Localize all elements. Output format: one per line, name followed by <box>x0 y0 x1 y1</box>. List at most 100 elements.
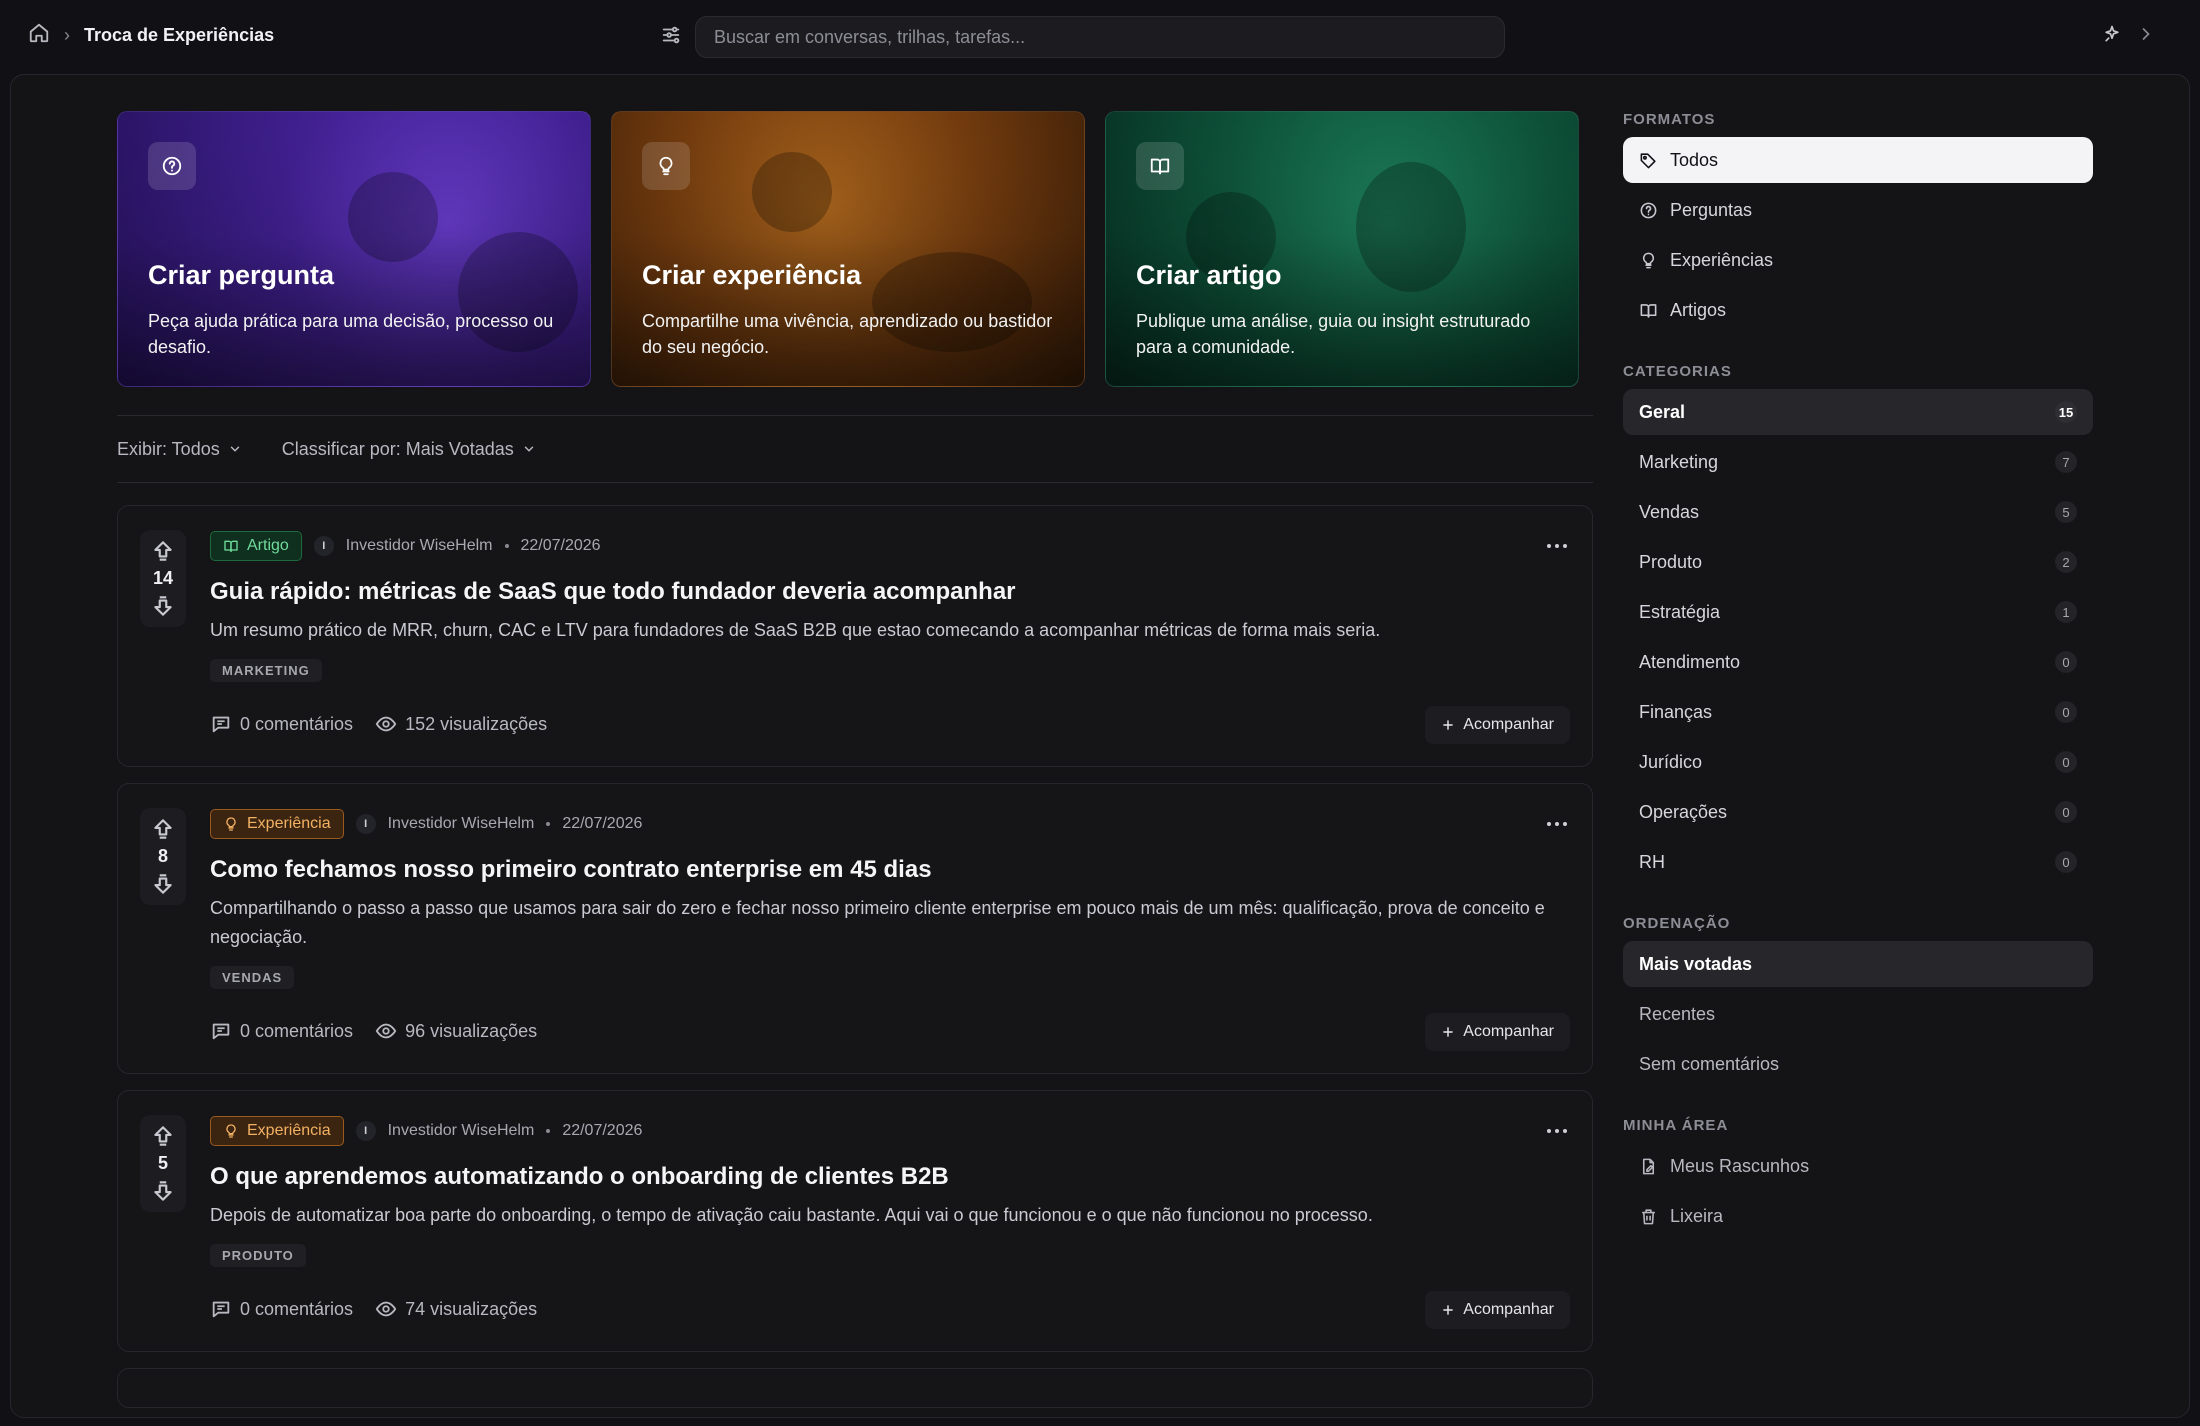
dot-separator <box>504 544 509 548</box>
category-label: Jurídico <box>1639 751 1703 772</box>
comment-icon <box>212 1301 230 1318</box>
category-tag[interactable]: MARKETING <box>210 659 322 682</box>
post-card: 5 Experiência I Investidor WiseHelm 22/0… <box>117 1090 1593 1352</box>
category-tag[interactable]: VENDAS <box>210 966 295 989</box>
post-meta: Artigo I Investidor WiseHelm 22/07/2026 <box>210 530 1568 562</box>
trash-label: Lixeira <box>1670 1205 1724 1226</box>
create-article-card[interactable]: Criar artigo Publique uma análise, guia … <box>1105 111 1579 387</box>
vote-count: 5 <box>157 1153 168 1173</box>
author-name[interactable]: Investidor WiseHelm <box>346 537 493 555</box>
category-item[interactable]: RH 0 <box>1623 839 2093 885</box>
follow-button[interactable]: Acompanhar <box>1425 706 1570 744</box>
format-label: Experiências <box>1670 249 1774 270</box>
search-input[interactable] <box>714 26 1504 48</box>
category-item[interactable]: Marketing 7 <box>1623 439 2093 485</box>
comments-stat[interactable]: 0 comentários <box>210 1020 353 1042</box>
type-label: Experiência <box>247 1122 331 1139</box>
category-item[interactable]: Produto 2 <box>1623 539 2093 585</box>
follow-button[interactable]: Acompanhar <box>1425 1013 1570 1051</box>
create-experience-card[interactable]: Criar experiência Compartilhe uma vivênc… <box>611 111 1085 387</box>
format-item-experiences[interactable]: Experiências <box>1623 237 2093 283</box>
more-options-icon[interactable] <box>1544 814 1570 834</box>
category-count: 15 <box>2055 401 2077 423</box>
more-options-icon[interactable] <box>1544 1121 1570 1141</box>
dot-separator <box>546 822 551 826</box>
trash-item[interactable]: Lixeira <box>1623 1193 2093 1239</box>
hero-desc: Publique uma análise, guia ou insight es… <box>1136 311 1531 357</box>
vote-count: 8 <box>157 846 168 866</box>
post-footer: 0 comentários 96 visualizações <box>210 1013 1568 1049</box>
divider <box>117 482 1593 483</box>
main-frame: Criar pergunta Peça ajuda prática para u… <box>10 74 2190 1418</box>
sort-item-no-comments[interactable]: Sem comentários <box>1623 1041 2093 1087</box>
feed: Criar pergunta Peça ajuda prática para u… <box>117 111 1593 1408</box>
book-icon <box>1640 303 1657 318</box>
filters-sidebar: FORMATOS Todos Perguntas Experiências Ar… <box>1623 111 2093 1269</box>
hero-desc: Compartilhe uma vivência, aprendizado ou… <box>642 311 1053 357</box>
category-item[interactable]: Atendimento 0 <box>1623 639 2093 685</box>
vote-box: 8 <box>140 808 186 905</box>
top-bar: › Troca de Experiências <box>0 0 2200 72</box>
lightbulb-icon <box>226 1124 236 1138</box>
post-meta: Experiência I Investidor WiseHelm 22/07/… <box>210 808 1568 840</box>
upvote-icon[interactable] <box>150 816 176 842</box>
upvote-icon[interactable] <box>150 538 176 564</box>
follow-label: Acompanhar <box>1463 1301 1554 1318</box>
author-name[interactable]: Investidor WiseHelm <box>388 815 535 833</box>
follow-button[interactable]: Acompanhar <box>1425 1291 1570 1329</box>
format-item-questions[interactable]: Perguntas <box>1623 187 2093 233</box>
category-item[interactable]: Operações 0 <box>1623 789 2093 835</box>
category-item[interactable]: Geral 15 <box>1623 389 2093 435</box>
category-item[interactable]: Estratégia 1 <box>1623 589 2093 635</box>
plus-icon <box>1443 720 1454 730</box>
more-options-icon[interactable] <box>1544 536 1570 556</box>
category-item[interactable]: Vendas 5 <box>1623 489 2093 535</box>
category-item[interactable]: Jurídico 0 <box>1623 739 2093 785</box>
post-title[interactable]: Guia rápido: métricas de SaaS que todo f… <box>210 578 1568 606</box>
my-drafts-item[interactable]: Meus Rascunhos <box>1623 1143 2093 1189</box>
create-question-card[interactable]: Criar pergunta Peça ajuda prática para u… <box>117 111 591 387</box>
views-stat: 152 visualizações <box>375 713 547 735</box>
avatar: I <box>355 814 376 834</box>
category-item[interactable]: Finanças 0 <box>1623 689 2093 735</box>
sort-item-recent[interactable]: Recentes <box>1623 991 2093 1037</box>
downvote-icon[interactable] <box>150 871 176 897</box>
post-desc: Depois de automatizar boa parte do onboa… <box>210 1205 1373 1225</box>
format-label: Todos <box>1670 149 1719 170</box>
upvote-icon[interactable] <box>150 1123 176 1149</box>
category-count: 0 <box>2055 851 2077 873</box>
comments-count: 0 comentários <box>240 713 354 734</box>
vote-box: 5 <box>140 1115 186 1212</box>
format-item-all[interactable]: Todos <box>1623 137 2093 183</box>
follow-label: Acompanhar <box>1463 1023 1554 1040</box>
downvote-icon[interactable] <box>150 593 176 619</box>
format-item-articles[interactable]: Artigos <box>1623 287 2093 333</box>
draft-icon <box>1642 1158 1655 1174</box>
sparkle-icon[interactable] <box>2102 24 2122 49</box>
type-badge: Artigo <box>210 531 302 561</box>
author-name[interactable]: Investidor WiseHelm <box>388 1122 535 1140</box>
post-meta: Experiência I Investidor WiseHelm 22/07/… <box>210 1115 1568 1147</box>
sort-section: ORDENAÇÃO Mais votadas Recentes Sem come… <box>1623 915 2093 1087</box>
book-icon <box>224 540 238 552</box>
category-tag[interactable]: PRODUTO <box>210 1244 306 1267</box>
home-icon[interactable] <box>28 22 50 49</box>
sort-dropdown[interactable]: Classificar por: Mais Votadas <box>282 439 536 460</box>
sort-label: Classificar por: Mais Votadas <box>281 438 514 459</box>
sort-item-most-voted[interactable]: Mais votadas <box>1623 941 2093 987</box>
chevron-right-icon[interactable] <box>2136 24 2156 49</box>
category-label: Marketing <box>1639 451 1719 472</box>
comments-stat[interactable]: 0 comentários <box>210 713 353 735</box>
comments-stat[interactable]: 0 comentários <box>210 1298 353 1320</box>
category-label: Geral <box>1639 401 1686 422</box>
chevron-right-icon: › <box>64 25 70 45</box>
filter-sliders-icon[interactable] <box>660 24 682 46</box>
post-title[interactable]: O que aprendemos automatizando o onboard… <box>210 1163 1568 1191</box>
lightbulb-icon <box>1642 252 1655 268</box>
category-count: 0 <box>2055 751 2077 773</box>
dot-separator <box>546 1129 551 1133</box>
question-icon <box>148 142 196 190</box>
post-title[interactable]: Como fechamos nosso primeiro contrato en… <box>210 856 1568 884</box>
downvote-icon[interactable] <box>150 1178 176 1204</box>
display-dropdown[interactable]: Exibir: Todos <box>117 439 242 460</box>
